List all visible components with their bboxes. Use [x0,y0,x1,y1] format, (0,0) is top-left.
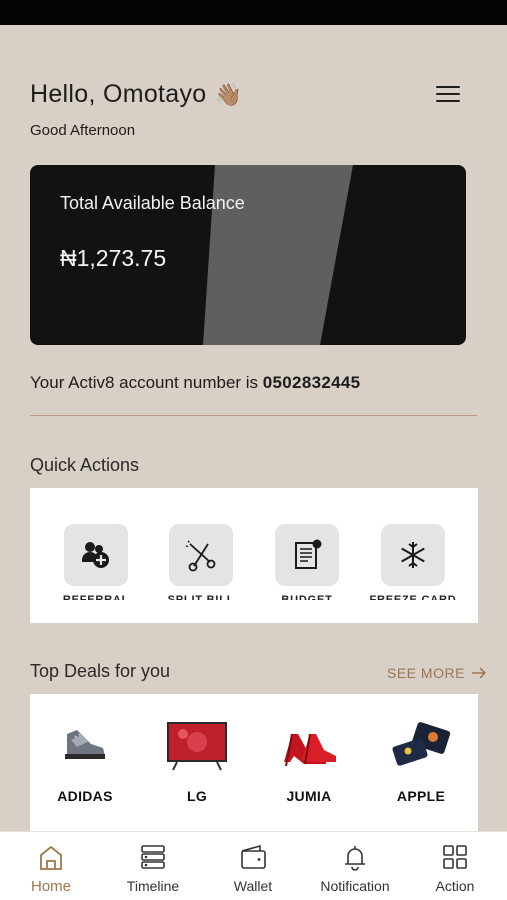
deal-name: LG [186,788,208,804]
bell-icon [345,846,365,871]
deal-name: ADIDAS [57,788,113,804]
quick-action-label: BUDGET [281,594,333,600]
deal-apple[interactable]: APPLE [371,716,471,804]
quick-actions-title: Quick Actions [30,455,140,475]
quick-action-label: SPLIT BILL [167,594,235,600]
timeline-icon [141,845,165,869]
quick-actions-panel: REFERRAL SPLIT BILL BUDGET FREEZE CARD [30,488,478,623]
grid-icon [443,845,467,869]
balance-card: Total Available Balance ₦1,273.75 [30,165,466,345]
quick-action-label: REFERRAL [62,594,130,600]
snowflake-icon [401,542,425,568]
quick-action-freeze-card[interactable] [381,524,445,586]
divider [30,415,477,416]
apple-card-image [392,722,451,766]
account-prefix: Your Activ8 account number is [30,373,259,392]
deal-jumia[interactable]: JUMIA [259,716,359,804]
quick-action-label: FREEZE CARD [369,594,457,600]
account-number[interactable]: 0502832445 [263,373,361,392]
account-number-text: Your Activ8 account number is 0502832445 [30,373,360,393]
tab-action[interactable]: Action [405,842,505,894]
tv-image [167,722,227,771]
quick-action-budget[interactable] [275,524,339,586]
status-bar [0,0,507,25]
arrow-right-icon [471,667,486,679]
deal-name: JUMIA [286,788,332,804]
balance-label: Total Available Balance [60,193,245,213]
see-more-label: SEE MORE [387,665,465,681]
greeting-subtitle: Good Afternoon [30,122,136,139]
tab-notification[interactable]: Notification [305,842,405,894]
tab-label: Timeline [126,878,180,894]
see-more-link[interactable]: SEE MORE [387,665,487,681]
quick-action-referral[interactable] [64,524,128,586]
tab-wallet[interactable]: Wallet [203,842,303,894]
tab-timeline[interactable]: Timeline [103,842,203,894]
deal-lg[interactable]: LG [147,716,247,804]
home-icon [40,845,62,870]
sneaker-image [65,730,105,759]
deal-name: APPLE [396,788,446,804]
top-deals-title: Top Deals for you [30,661,171,681]
waving-hand-emoji: 👋🏽 [214,81,243,107]
tab-label: Home [30,878,71,895]
balance-amount: ₦1,273.75 [60,245,167,271]
tab-home[interactable]: Home [1,842,101,895]
greeting-text: Hello, Omotayo [30,80,207,108]
heels-image [284,733,336,767]
wallet-icon [241,844,266,869]
hamburger-menu-icon[interactable] [434,84,462,104]
deal-adidas[interactable]: ADIDAS [35,716,135,804]
tab-label: Wallet [233,878,273,894]
quick-action-split-bill[interactable] [169,524,233,586]
scissors-icon [185,540,216,572]
tab-label: Action [435,878,475,894]
top-deals-panel: ADIDAS LG JUMIA APPLE [30,694,478,834]
bottom-tab-bar: Home Timeline Wallet Notification Action [0,831,507,900]
referral-icon [82,542,109,568]
greeting: Hello, Omotayo 👋🏽 [30,80,242,109]
tab-label: Notification [320,878,390,894]
budget-icon [295,539,322,569]
